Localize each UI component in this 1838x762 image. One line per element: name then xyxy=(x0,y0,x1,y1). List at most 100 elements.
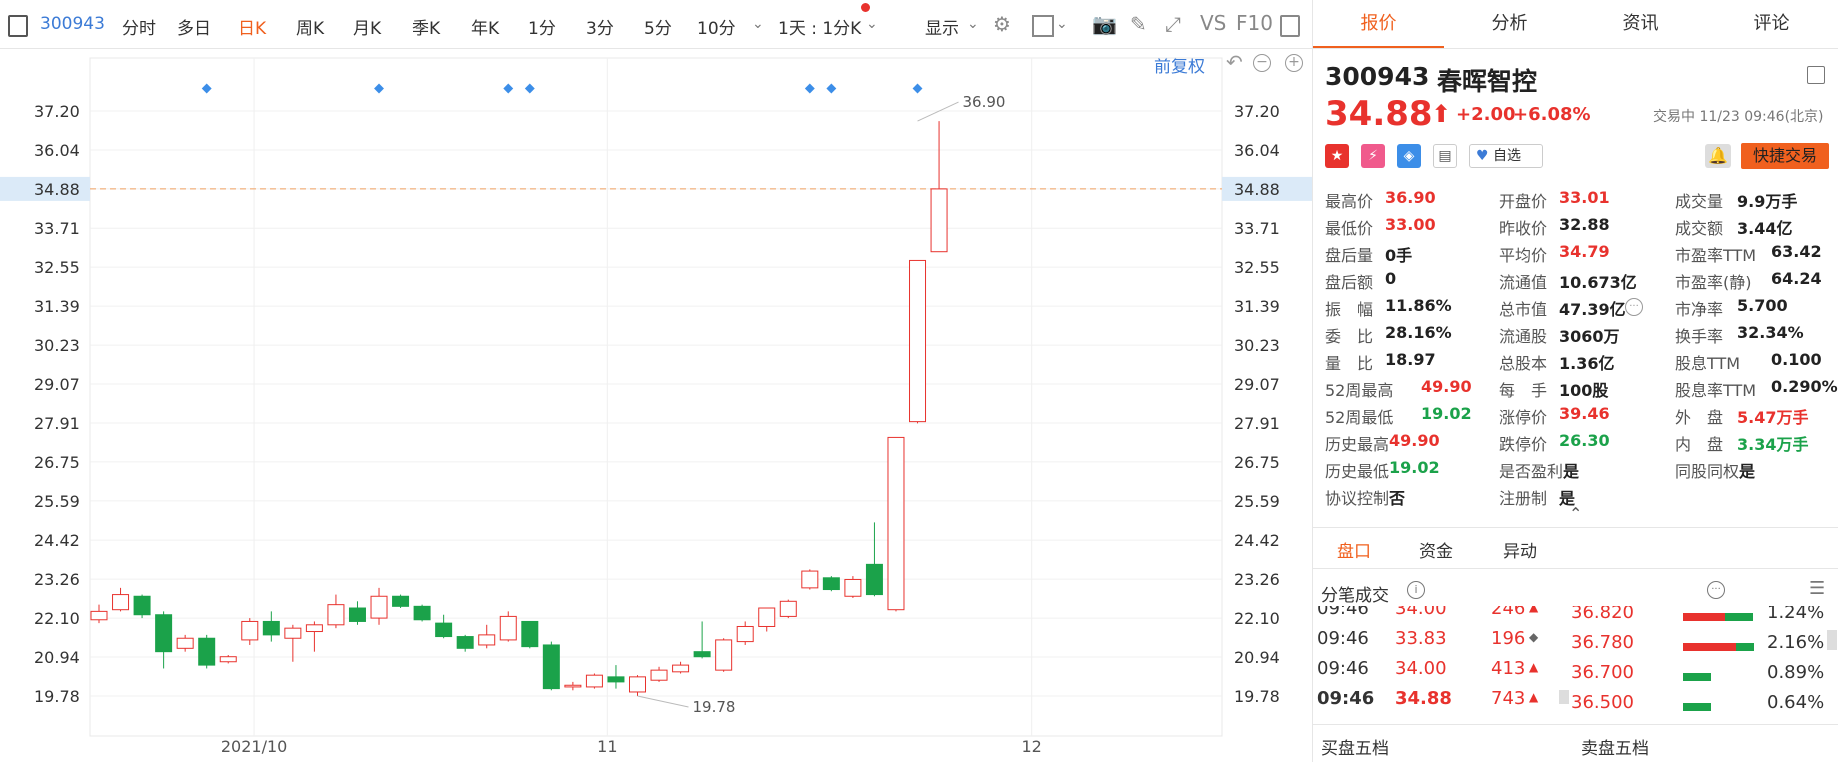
stat-label: 52周最高 xyxy=(1325,381,1394,400)
panel-toggle-icon[interactable] xyxy=(1280,15,1300,37)
candle-body xyxy=(844,578,862,597)
chevron-down-icon[interactable]: ⌄ xyxy=(752,16,764,32)
tab-news[interactable]: 资讯 xyxy=(1575,0,1706,48)
camera-icon[interactable]: 📷 xyxy=(1092,12,1117,36)
stat-value: 10.673亿 xyxy=(1559,273,1637,292)
stat-value: 33.00 xyxy=(1385,215,1436,234)
tab-quote[interactable]: 报价 xyxy=(1313,0,1444,48)
candle-body xyxy=(219,656,237,663)
info-icon[interactable]: i xyxy=(1407,581,1425,599)
y-tick-label-right: 31.39 xyxy=(1234,297,1280,316)
y-tick-label-left: 26.75 xyxy=(34,453,80,472)
y-tick-label-left: 20.94 xyxy=(34,648,80,667)
stock-code-tab[interactable]: 300943 xyxy=(40,14,105,34)
stat-value: 32.88 xyxy=(1559,215,1610,234)
tab-5min[interactable]: 5分 xyxy=(644,14,672,39)
ticks-title: 分笔成交 xyxy=(1321,586,1389,606)
stat-value: 49.90 xyxy=(1421,377,1472,396)
candle-body xyxy=(456,636,474,649)
y-tick-label-right: 33.71 xyxy=(1234,219,1280,238)
tab-3min[interactable]: 3分 xyxy=(586,14,614,39)
tab-intraday[interactable]: 分时 xyxy=(122,14,156,39)
chevron-down-icon[interactable]: ⌄ xyxy=(1056,16,1068,32)
event-marker xyxy=(503,83,514,94)
trading-status: 交易中 11/23 09:46(北京) xyxy=(1653,109,1824,125)
candle xyxy=(779,599,797,619)
f10-button[interactable]: F10 xyxy=(1236,11,1273,35)
dist-row: 36.780 2.16% xyxy=(1549,632,1838,660)
stat-label: 委 比 xyxy=(1325,327,1374,346)
subtab-movement[interactable]: 异动 xyxy=(1503,537,1537,562)
list-icon[interactable]: ☰ xyxy=(1809,578,1825,599)
stat-label: 同股同权 xyxy=(1675,462,1740,481)
candle xyxy=(284,624,302,662)
candle xyxy=(865,522,883,597)
tab-analysis[interactable]: 分析 xyxy=(1444,0,1575,48)
collapse-icon[interactable]: ⌃ xyxy=(1569,504,1582,523)
stat-value: 9.9万手 xyxy=(1737,192,1798,211)
display-menu[interactable]: 显示 xyxy=(925,14,959,39)
candle-body xyxy=(542,644,560,690)
tab-quarterly-k[interactable]: 季K xyxy=(412,14,440,39)
bookmark-icon[interactable]: ▤ xyxy=(1433,144,1457,168)
stat-value: 3.44亿 xyxy=(1737,219,1793,238)
chevron-down-icon[interactable]: ⌄ xyxy=(967,16,979,32)
y-tick-label-left: 31.39 xyxy=(34,297,80,316)
gear-icon[interactable]: ⚙ xyxy=(993,12,1011,36)
tab-daily-k[interactable]: 日K xyxy=(238,14,266,39)
quick-trade-button[interactable]: 快捷交易 xyxy=(1741,143,1829,169)
candle-body xyxy=(909,259,927,423)
candle-body xyxy=(241,620,259,641)
stat-label: 最高价 xyxy=(1325,192,1374,211)
compare-button[interactable]: VS xyxy=(1200,11,1226,35)
more-icon[interactable]: ··· xyxy=(1707,581,1725,599)
stat-label: 内 盘 xyxy=(1675,435,1724,454)
y-tick-label-left: 34.88 xyxy=(34,180,80,199)
sidebar-toggle-icon[interactable] xyxy=(8,15,28,37)
stat-value: 0.100 xyxy=(1771,350,1822,369)
scrollbar[interactable] xyxy=(1827,630,1837,650)
stat-label: 量 比 xyxy=(1325,354,1374,373)
interval-select[interactable]: 1天 : 1分K xyxy=(778,14,861,39)
y-tick-label-right: 22.10 xyxy=(1234,609,1280,628)
tab-monthly-k[interactable]: 月K xyxy=(353,14,381,39)
tab-comments[interactable]: 评论 xyxy=(1706,0,1837,48)
tick-time: 09:46 xyxy=(1317,606,1369,619)
subtab-orderbook[interactable]: 盘口 xyxy=(1337,537,1371,562)
subtab-funds[interactable]: 资金 xyxy=(1419,537,1453,562)
stat-label: 52周最低 xyxy=(1325,408,1394,427)
candle-body xyxy=(90,610,108,621)
fullscreen-icon[interactable]: ⤢ xyxy=(1165,12,1181,36)
tab-multi-day[interactable]: 多日 xyxy=(177,14,211,39)
layout-icon[interactable] xyxy=(1807,66,1825,84)
candlestick-chart[interactable]: 37.20 37.20 36.04 36.04 34.88 34.88 33.71 33.71… xyxy=(0,48,1312,762)
candle xyxy=(844,576,862,598)
tick-volume: 743 xyxy=(1491,688,1526,709)
tab-weekly-k[interactable]: 周K xyxy=(296,14,324,39)
stock-name: 春晖智控 xyxy=(1437,67,1538,96)
plot-frame xyxy=(89,57,1223,737)
candle-body xyxy=(585,674,603,688)
chevron-down-icon[interactable]: ⌄ xyxy=(866,16,878,32)
bell-icon[interactable]: 🔔 xyxy=(1705,144,1731,168)
candle-body xyxy=(930,188,948,253)
stat-value: 49.90 xyxy=(1389,431,1440,450)
info-icon[interactable]: ··· xyxy=(1625,298,1643,316)
tab-yearly-k[interactable]: 年K xyxy=(471,14,499,39)
pencil-icon[interactable]: ✎ xyxy=(1130,12,1147,36)
y-tick-label-right: 34.88 xyxy=(1234,180,1280,199)
square-tool-icon[interactable] xyxy=(1032,15,1054,37)
up-triangle-icon: ▲ xyxy=(1529,660,1539,674)
tab-1min[interactable]: 1分 xyxy=(528,14,556,39)
stat-value: 18.97 xyxy=(1385,350,1436,369)
stat-value: 是 xyxy=(1563,462,1580,481)
watchlist-button[interactable]: ♥ 自选 xyxy=(1469,144,1543,168)
tick-volume: 413 xyxy=(1491,658,1526,679)
tab-10min[interactable]: 10分 xyxy=(697,14,736,39)
dist-bar-sell xyxy=(1736,643,1754,651)
stat-value: 19.02 xyxy=(1421,404,1472,423)
y-tick-label-left: 27.91 xyxy=(34,414,80,433)
x-tick-label: 12 xyxy=(1022,737,1042,756)
candle-body xyxy=(413,605,431,621)
stat-label: 最低价 xyxy=(1325,219,1374,238)
